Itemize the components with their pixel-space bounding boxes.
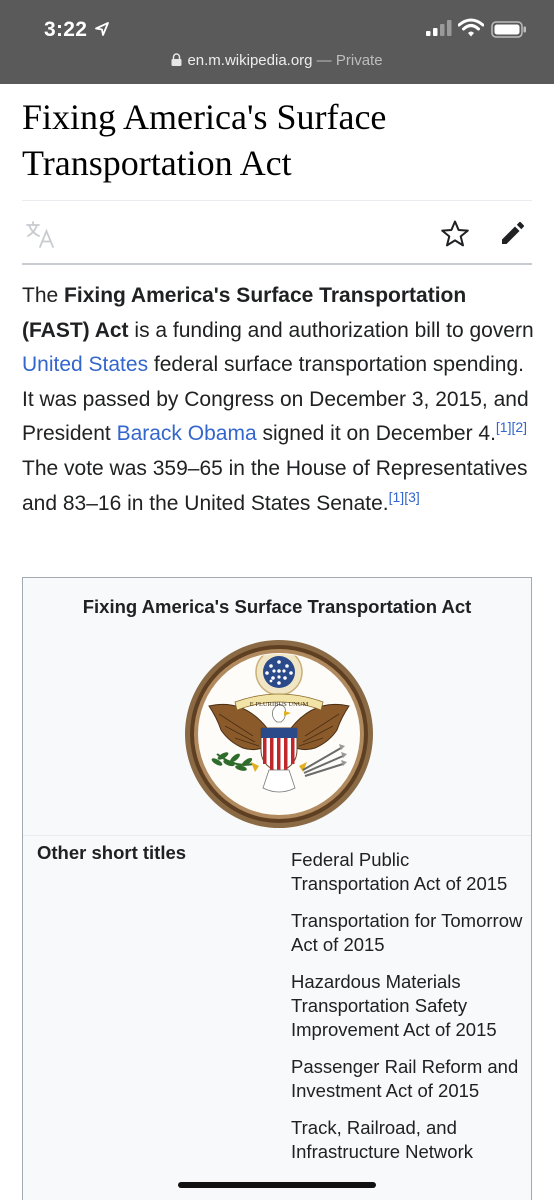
lead-text: is a funding and authorization bill to g… bbox=[128, 318, 534, 342]
lead-paragraph: The Fixing America's Surface Transportat… bbox=[22, 279, 538, 521]
infobox: Fixing America's Surface Transportation … bbox=[22, 577, 532, 1200]
browser-status-bar: 3:22 en.m.wikipedia.org — Private bbox=[0, 0, 554, 84]
private-label: Private bbox=[335, 52, 383, 69]
pencil-icon[interactable] bbox=[499, 219, 527, 247]
seal-motto: E PLURIBUS UNUM bbox=[250, 701, 309, 708]
reference-1b[interactable]: [1] bbox=[389, 489, 405, 505]
battery-icon bbox=[491, 21, 526, 38]
lock-icon bbox=[171, 53, 182, 66]
page-actions-bar bbox=[22, 207, 532, 265]
location-arrow-icon bbox=[95, 22, 109, 36]
url-separator: — bbox=[312, 52, 336, 69]
short-titles-list: Federal Public Transportation Act of 201… bbox=[291, 848, 523, 1177]
short-titles-label: Other short titles bbox=[37, 842, 187, 863]
cellular-signal-icon bbox=[426, 20, 452, 36]
great-seal-image[interactable]: E PLURIBUS UNUM bbox=[183, 638, 375, 830]
short-title-item: Hazardous Materials Transportation Safet… bbox=[291, 971, 497, 1040]
lead-text: The bbox=[22, 284, 65, 307]
lead-text: The vote was 359–65 in the House of Repr… bbox=[22, 456, 528, 515]
reference-3[interactable]: [3] bbox=[404, 489, 420, 505]
page-title: Fixing America's Surface Transportation … bbox=[22, 94, 532, 186]
language-icon[interactable] bbox=[26, 221, 56, 249]
page-title-line2: Transportation Act bbox=[22, 143, 292, 183]
status-time: 3:22 bbox=[44, 18, 88, 41]
page-title-line1: Fixing America's Surface bbox=[22, 97, 387, 137]
star-icon[interactable] bbox=[440, 219, 470, 249]
url-bar[interactable]: en.m.wikipedia.org — Private bbox=[0, 52, 554, 69]
short-title-item: Track, Railroad, and Infrastructure Netw… bbox=[291, 1117, 473, 1162]
link-united-states[interactable]: United States bbox=[22, 353, 148, 376]
infobox-row-divider bbox=[23, 835, 531, 836]
reference-1[interactable]: [1] bbox=[496, 419, 512, 435]
short-title-item: Transportation for Tomorrow Act of 2015 bbox=[291, 910, 523, 955]
lead-text: signed it on December 4. bbox=[256, 422, 496, 446]
home-indicator[interactable] bbox=[178, 1182, 376, 1188]
url-domain: en.m.wikipedia.org bbox=[187, 52, 313, 69]
short-title-item: Federal Public Transportation Act of 201… bbox=[291, 849, 508, 894]
short-title-item: Passenger Rail Reform and Investment Act… bbox=[291, 1056, 519, 1101]
wifi-icon bbox=[458, 18, 484, 37]
link-barack-obama[interactable]: Barack Obama bbox=[117, 422, 257, 445]
reference-2[interactable]: [2] bbox=[512, 419, 528, 435]
title-divider bbox=[22, 200, 532, 201]
infobox-title: Fixing America's Surface Transportation … bbox=[82, 596, 472, 617]
